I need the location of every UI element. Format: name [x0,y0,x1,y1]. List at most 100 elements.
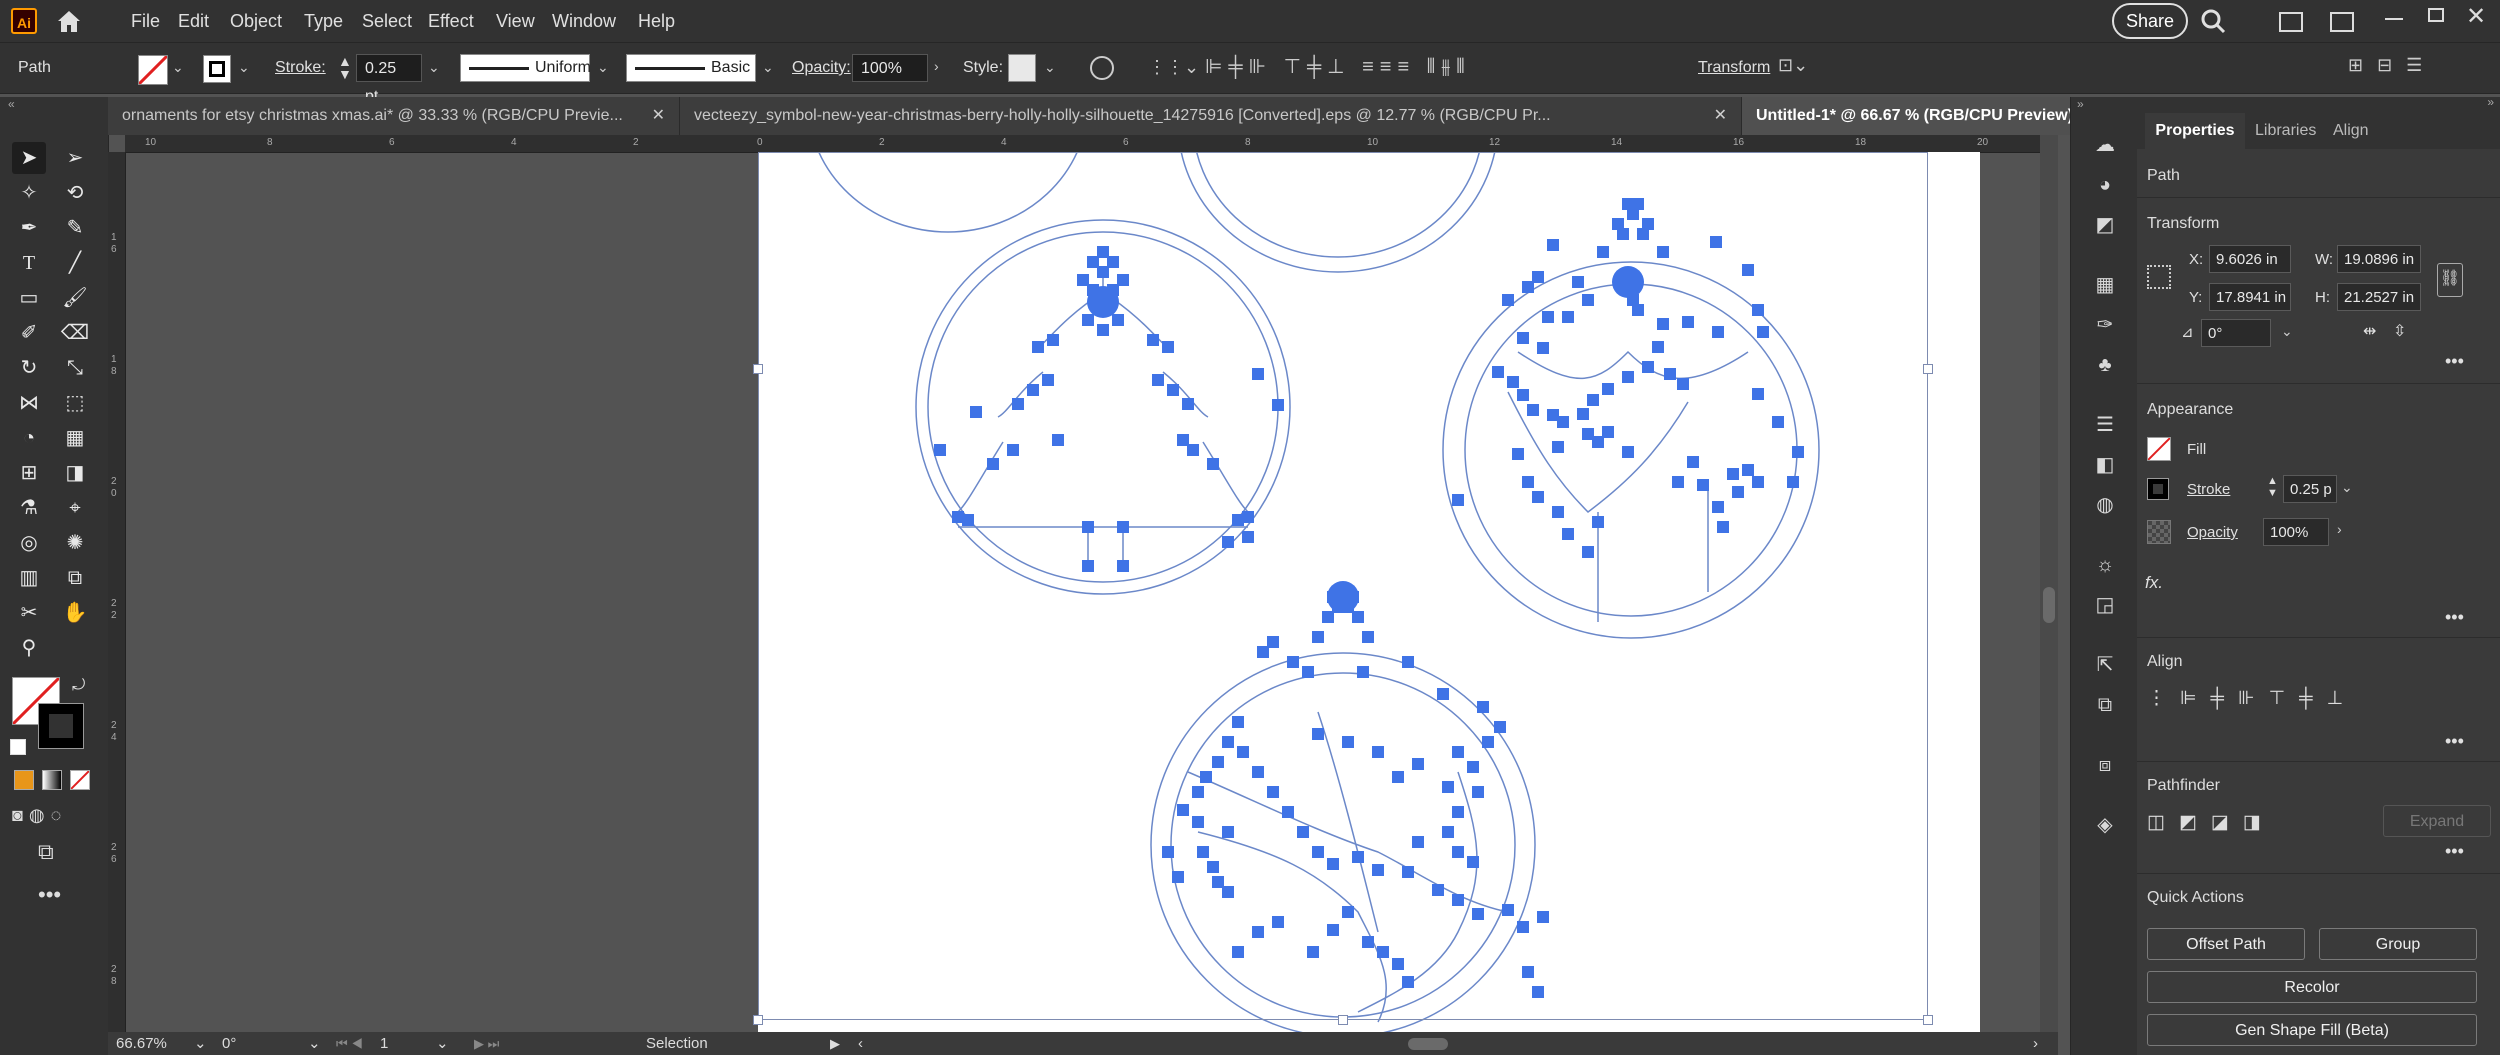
menu-edit[interactable]: Edit [178,0,209,42]
artboard-tool-icon[interactable]: ⧉ [58,562,92,594]
y-field[interactable]: 17.8941 in [2209,283,2291,311]
more-transform-options-icon[interactable]: ••• [2445,351,2464,372]
free-transform-tool-icon[interactable]: ⬚ [58,387,92,419]
menu-select[interactable]: Select [362,0,412,42]
group-button[interactable]: Group [2319,928,2477,960]
variable-width-profile[interactable]: Uniform [460,54,591,82]
pen-tool-icon[interactable]: ✒ [12,212,46,244]
x-field[interactable]: 9.6026 in [2209,245,2291,273]
more-pathfinder-options-icon[interactable]: ••• [2445,841,2464,862]
fx-button[interactable]: fx. [2145,573,2163,593]
direct-selection-tool-icon[interactable]: ➢ [58,142,92,174]
stroke-weight-dropdown-icon[interactable]: ⌄ [428,59,440,76]
artboard-nav-next-icons[interactable]: ▶ ⏭ [474,1032,499,1055]
gradient-tool-icon[interactable]: ◨ [58,457,92,489]
tab-align[interactable]: Align [2333,113,2369,149]
share-button[interactable]: Share [2112,3,2188,39]
none-mode-icon[interactable] [70,770,90,790]
shaper-tool-icon[interactable]: ✐ [12,317,46,349]
tab-ornaments[interactable]: ornaments for etsy christmas xmas.ai* @ … [108,97,680,135]
edit-toolbar-icon[interactable]: ••• [38,882,61,908]
stroke-stepper-icon[interactable]: ▲ ▼ [338,54,352,81]
symbol-sprayer-tool-icon[interactable]: ✺ [58,527,92,559]
menu-effect[interactable]: Effect [428,0,474,42]
magic-wand-tool-icon[interactable]: ✧ [12,177,46,209]
swap-fill-stroke-icon[interactable]: ⤾ [72,677,85,695]
more-appearance-options-icon[interactable]: ••• [2445,607,2464,628]
workspace-icon[interactable] [2330,12,2354,32]
bounding-box-handle[interactable] [753,1015,763,1025]
recolor-artwork-icon[interactable] [1090,56,1114,80]
swatches-icon[interactable]: ▦ [2093,273,2117,297]
artboard[interactable] [753,152,1980,1032]
stroke-weight-panel-dropdown-icon[interactable]: ⌄ [2341,479,2353,496]
artboards-icon[interactable]: ⧉ [2093,693,2117,717]
stroke-label-panel[interactable]: Stroke [2187,481,2230,498]
profile-dropdown-icon[interactable]: ⌄ [597,59,609,76]
tab-libraries[interactable]: Libraries [2255,113,2316,149]
symbols-icon[interactable]: ♣ [2093,353,2117,377]
collapse-panels-icon[interactable]: » [2077,97,2084,111]
arrange-documents-icon[interactable] [2279,12,2303,32]
style-dropdown-icon[interactable]: ⌄ [1044,59,1056,76]
color-panel-icon[interactable]: ◕ [2093,173,2117,197]
export-icon[interactable]: ⇱ [2093,653,2117,677]
align-objects-icons[interactable]: ⊫╪⊪ ⊤╪⊥ ≡≡≡ ⫴⫵⫴ [1205,54,1471,79]
selection-bounding-box[interactable] [758,152,1928,1020]
graph-tool-icon[interactable]: ▥ [12,562,46,594]
opacity-label-panel[interactable]: Opacity [2187,524,2238,541]
curvature-tool-icon[interactable]: ✎ [58,212,92,244]
brush-dropdown-icon[interactable]: ⌄ [762,59,774,76]
appearance-icon[interactable]: ☼ [2093,553,2117,577]
flip-horizontal-icon[interactable]: ⇹ [2363,321,2376,341]
fill-dropdown-icon[interactable]: ⌄ [172,59,184,76]
constrain-proportions-icon[interactable]: ⛓ [2437,263,2463,297]
graphic-style-swatch[interactable] [1008,54,1036,82]
transform-link[interactable]: Transform [1698,43,1770,93]
rotate-tool-icon[interactable]: ↻ [12,352,46,384]
menu-window[interactable]: Window [552,0,616,42]
stroke-weight-panel-field[interactable]: 0.25 p [2283,475,2337,503]
panel-options-icons[interactable]: ⊞⊟☰ [2348,55,2436,76]
gen-shape-fill-button[interactable]: Gen Shape Fill (Beta) [2147,1014,2477,1046]
layers-icon[interactable]: ◈ [2093,813,2117,837]
brushes-icon[interactable]: ✑ [2093,313,2117,337]
color-mode-icon[interactable] [14,770,34,790]
bounding-box-handle[interactable] [1923,364,1933,374]
flip-vertical-icon[interactable]: ⇳ [2393,321,2406,341]
search-icon[interactable] [2200,8,2226,34]
menu-object[interactable]: Object [230,0,282,42]
eyedropper-tool-icon[interactable]: ⚗ [12,492,46,524]
type-tool-icon[interactable]: T [12,247,46,279]
collapse-toolbar-icon[interactable]: « [8,97,15,111]
menu-file[interactable]: File [131,0,160,42]
minimize-icon[interactable] [2385,18,2403,20]
stroke-label[interactable]: Stroke: [275,43,326,93]
vertical-scrollbar[interactable] [2040,135,2058,1032]
menu-view[interactable]: View [496,0,535,42]
shape-builder-tool-icon[interactable]: ◔ [12,422,46,454]
measure-tool-icon[interactable]: ⌖ [58,492,92,524]
slice-tool-icon[interactable]: ✂ [12,597,46,629]
asset-export-icon[interactable]: ⧈ [2093,753,2117,777]
rotation-field[interactable]: 0° ⌄ [222,1032,322,1055]
gradient-panel-icon[interactable]: ◧ [2093,453,2117,477]
menu-type[interactable]: Type [304,0,343,42]
isolate-object-icon[interactable]: ⊡⌄ [1778,55,1808,76]
tab-properties[interactable]: Properties [2145,113,2245,149]
menu-help[interactable]: Help [638,0,675,42]
offset-path-button[interactable]: Offset Path [2147,928,2305,960]
rotate-field[interactable]: 0° [2201,319,2271,347]
zoom-field[interactable]: 66.67% ⌄ [116,1032,207,1055]
align-buttons-icons[interactable]: ⋮⊫╪⊪⊤╪⊥ [2147,687,2357,710]
expand-button[interactable]: Expand [2383,805,2491,837]
opacity-arrow-icon[interactable]: › [934,58,939,74]
close-icon[interactable]: ✕ [1714,97,1727,135]
bounding-box-handle[interactable] [753,364,763,374]
stroke-dropdown-icon[interactable]: ⌄ [238,59,250,76]
stroke-stepper-panel-icon[interactable]: ▲ ▼ [2267,475,2278,499]
more-align-options-icon[interactable]: ••• [2445,731,2464,752]
pathfinder-shape-modes-icons[interactable]: ◫◩◪◨ [2147,811,2275,834]
default-colors-icon[interactable] [10,739,26,755]
fill-swatch[interactable] [138,55,168,85]
